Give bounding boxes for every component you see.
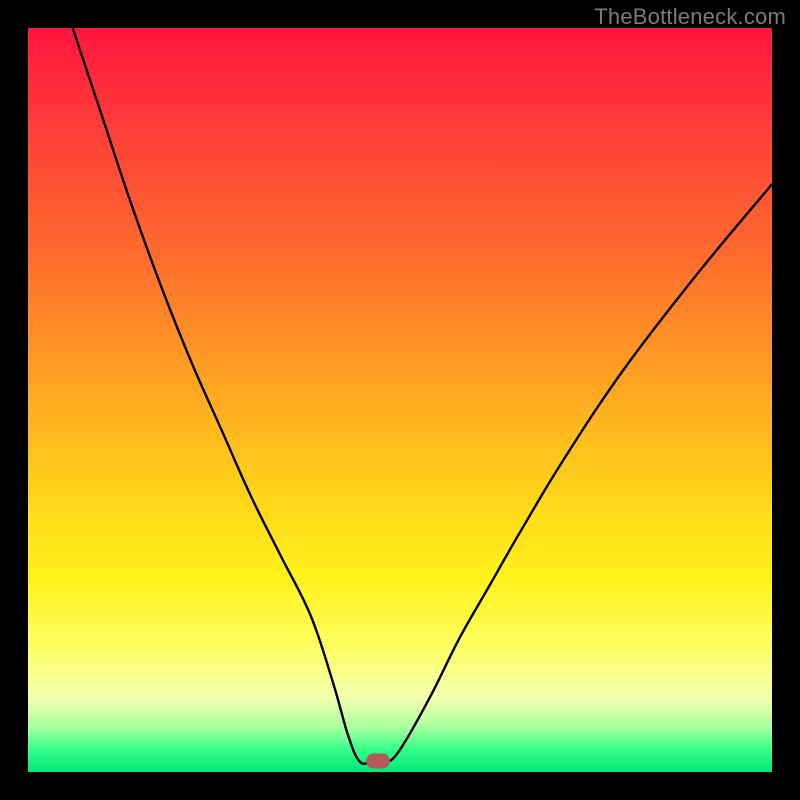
bottleneck-marker [366, 753, 390, 768]
watermark-text: TheBottleneck.com [594, 4, 786, 30]
chart-frame: TheBottleneck.com [0, 0, 800, 800]
plot-area [28, 28, 772, 772]
bottleneck-curve [28, 28, 772, 772]
